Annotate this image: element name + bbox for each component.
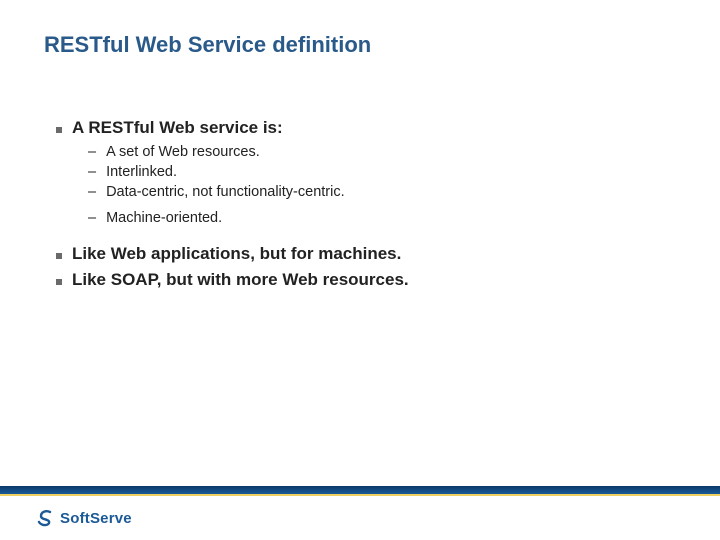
subitem: – Data-centric, not functionality-centri… <box>88 184 680 200</box>
subitem: – A set of Web resources. <box>88 144 680 160</box>
bullet-closing: Like SOAP, but with more Web resources. <box>56 270 680 290</box>
bullet-text: Like SOAP, but with more Web resources. <box>72 270 409 290</box>
slide-content: A RESTful Web service is: – A set of Web… <box>56 118 680 296</box>
bullet-text: Like Web applications, but for machines. <box>72 244 401 264</box>
dash-icon: – <box>88 210 96 226</box>
footer: SoftServe <box>0 496 720 540</box>
bullet-text: A RESTful Web service is: <box>72 118 283 138</box>
square-bullet-icon <box>56 253 62 259</box>
dash-icon: – <box>88 164 96 180</box>
footer-band <box>0 486 720 494</box>
subitem-text: Data-centric, not functionality-centric. <box>106 184 345 200</box>
dash-icon: – <box>88 144 96 160</box>
subitem-text: A set of Web resources. <box>106 144 260 160</box>
sublist: – A set of Web resources. – Interlinked.… <box>88 144 680 226</box>
bullet-intro: A RESTful Web service is: <box>56 118 680 138</box>
softserve-mark-icon <box>36 508 56 528</box>
bullet-closing: Like Web applications, but for machines. <box>56 244 680 264</box>
brand-logo: SoftServe <box>36 508 132 528</box>
subitem: – Machine-oriented. <box>88 210 680 226</box>
subitem-text: Machine-oriented. <box>106 210 222 226</box>
brand-name: SoftServe <box>60 510 132 527</box>
square-bullet-icon <box>56 127 62 133</box>
subitem: – Interlinked. <box>88 164 680 180</box>
square-bullet-icon <box>56 279 62 285</box>
subitem-text: Interlinked. <box>106 164 177 180</box>
dash-icon: – <box>88 184 96 200</box>
slide-title: RESTful Web Service definition <box>44 32 371 58</box>
slide: RESTful Web Service definition A RESTful… <box>0 0 720 540</box>
